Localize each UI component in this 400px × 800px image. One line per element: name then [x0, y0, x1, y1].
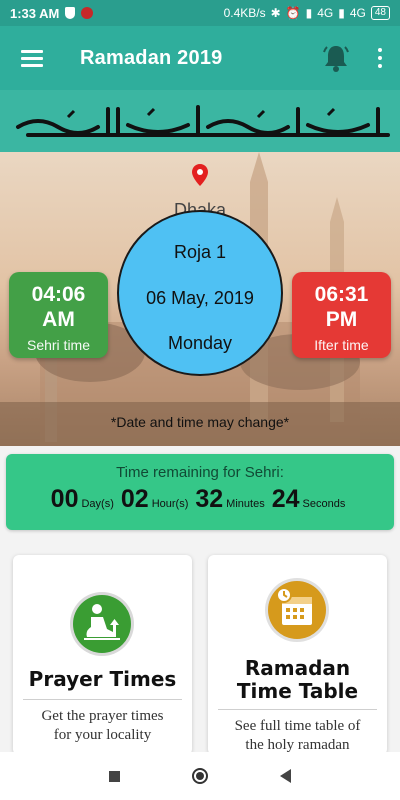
network-type-1: 4G	[317, 6, 334, 20]
time-table-card[interactable]: Ramadan Time Table See full time table o…	[208, 555, 387, 755]
date-circle: Roja 1 06 May, 2019 Monday	[117, 210, 283, 376]
countdown-seconds-unit: Seconds	[302, 498, 346, 510]
shield-icon	[65, 7, 76, 19]
countdown-minutes: 32	[195, 485, 224, 513]
roja-number: Roja 1	[173, 242, 227, 262]
location-pin-icon	[192, 164, 208, 186]
countdown-days: 00	[50, 485, 79, 513]
sehri-time: 04:06	[31, 283, 86, 306]
countdown-seconds: 24	[271, 485, 300, 513]
hero-section: Dhaka 04:06 AM Sehri time Roja 1 06 May,…	[0, 152, 400, 446]
signal-icon-2: ▮	[338, 6, 345, 20]
signal-icon: ▮	[305, 6, 313, 20]
alarm-icon: ⏰	[285, 6, 301, 20]
card-divider	[218, 709, 377, 710]
weekday: Monday	[167, 333, 233, 353]
prayer-times-card[interactable]: Prayer Times Get the prayer times for yo…	[13, 555, 192, 755]
ifter-time: 06:31	[314, 283, 369, 306]
prayer-icon	[70, 592, 134, 656]
gregorian-date: 06 May, 2019	[146, 288, 254, 308]
back-icon[interactable]	[280, 769, 291, 783]
time-table-title-line-1: Ramadan	[244, 656, 351, 680]
countdown-minutes-unit: Minutes	[226, 498, 265, 510]
recents-icon[interactable]	[109, 770, 120, 782]
time-table-title-line-2: Time Table	[236, 679, 359, 703]
bell-icon[interactable]	[312, 26, 360, 90]
countdown-days-unit: Day(s)	[81, 498, 114, 510]
time-table-desc-line-1: See full time table of	[234, 718, 361, 734]
calendar-icon	[265, 578, 329, 642]
countdown-hours-unit: Hour(s)	[151, 498, 189, 510]
ifter-label: Ifter time	[314, 337, 369, 353]
prayer-times-desc-line-2: for your locality	[53, 727, 152, 743]
system-nav-bar	[0, 752, 400, 800]
network-speed: 0.4KB/s	[223, 6, 266, 20]
status-time: 1:33 AM	[10, 5, 60, 21]
network-type-2: 4G	[349, 6, 366, 20]
sehri-time-box: 04:06 AM Sehri time	[9, 272, 108, 358]
bluetooth-icon: ✱	[270, 6, 281, 20]
ifter-ampm: PM	[325, 308, 358, 331]
bismillah-calligraphy	[0, 90, 400, 152]
notification-icon	[81, 7, 94, 19]
home-icon[interactable]	[192, 768, 208, 784]
sehri-label: Sehri time	[26, 337, 91, 353]
card-divider	[23, 699, 182, 700]
ifter-time-box: 06:31 PM Ifter time	[292, 272, 391, 358]
prayer-times-desc-line-1: Get the prayer times	[41, 708, 164, 724]
countdown-hours: 02	[120, 485, 149, 513]
battery-icon: 48	[370, 6, 390, 20]
countdown-label: Time remaining for Sehri:	[116, 464, 284, 481]
sehri-ampm: AM	[42, 308, 75, 331]
app-title: Ramadan 2019	[80, 46, 223, 69]
app-bar: Ramadan 2019	[0, 26, 400, 90]
more-vert-icon[interactable]	[360, 26, 400, 90]
disclaimer-text: *Date and time may change*	[110, 414, 290, 430]
sehri-countdown: Time remaining for Sehri: 00 Day(s) 02 H…	[6, 454, 394, 530]
menu-icon[interactable]	[0, 26, 64, 90]
status-bar: 1:33 AM 0.4KB/s ✱ ⏰ ▮ 4G ▮ 4G 48	[0, 0, 400, 26]
prayer-times-title: Prayer Times	[28, 667, 177, 691]
